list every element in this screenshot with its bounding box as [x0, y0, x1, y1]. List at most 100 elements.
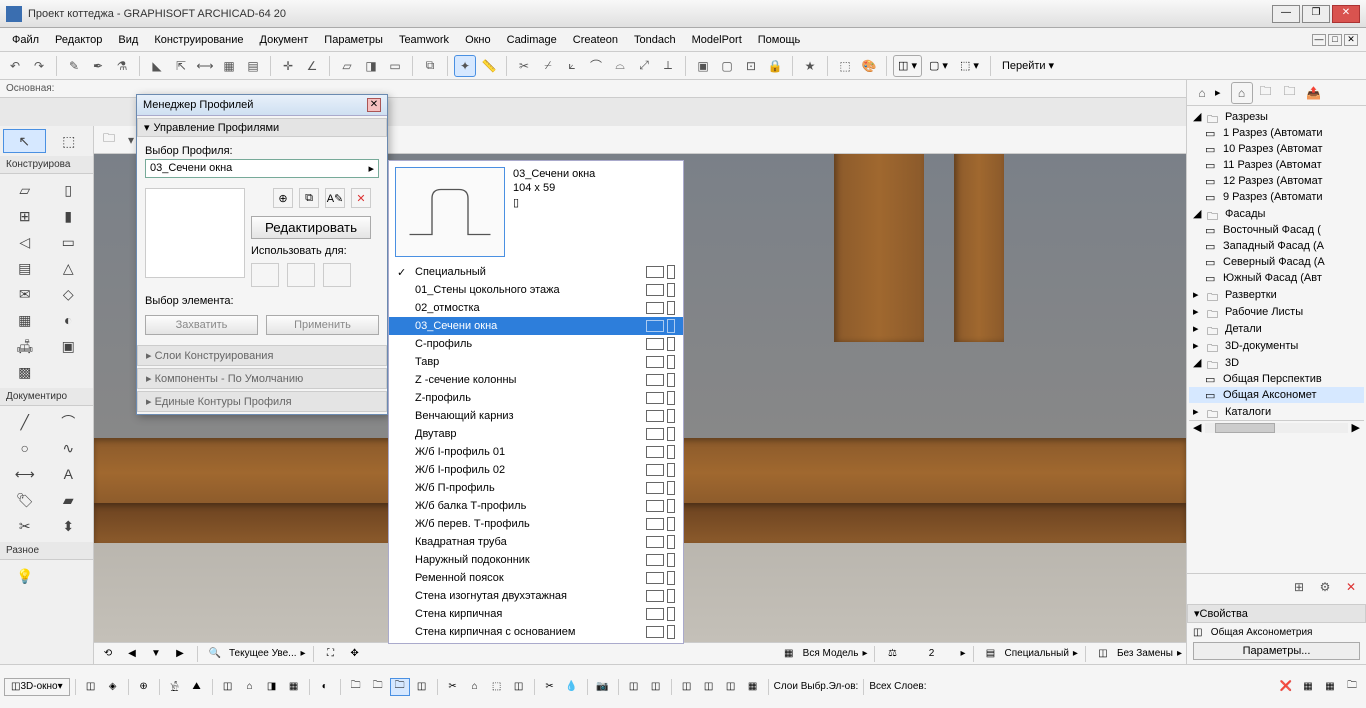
profile-list-item[interactable]: Ж/б балка Т-профиль: [389, 497, 683, 515]
stair-tool[interactable]: ▤: [4, 256, 46, 280]
profile-list-item[interactable]: Ж/б П-профиль: [389, 479, 683, 497]
nav-item[interactable]: ▭12 Разрез (Автомат: [1189, 173, 1364, 189]
navigator-tree[interactable]: ◢🗀Разрезы▭1 Разрез (Автомати▭10 Разрез (…: [1187, 106, 1366, 573]
icon-o[interactable]: ✂: [443, 678, 463, 696]
nav-item[interactable]: ▭Западный Фасад (А: [1189, 238, 1364, 254]
polyline-tool[interactable]: ∿: [48, 436, 90, 460]
skylight-tool[interactable]: ◇: [48, 282, 90, 306]
menu-modelport[interactable]: ModelPort: [684, 30, 750, 50]
zone-tool[interactable]: ▣: [48, 334, 90, 358]
minimize-button[interactable]: —: [1272, 5, 1300, 23]
tool-icon[interactable]: ✎: [63, 55, 85, 77]
nav-group[interactable]: ◢🗀Фасады: [1189, 205, 1364, 222]
nav-group[interactable]: ◢🗀Разрезы: [1189, 108, 1364, 125]
nav-item[interactable]: ▭Северный Фасад (А: [1189, 254, 1364, 270]
construct-group-header[interactable]: Конструирова: [0, 156, 93, 174]
elevation-tool[interactable]: ⬍: [48, 514, 90, 538]
grid-icon[interactable]: ▦: [218, 55, 240, 77]
orbit-icon[interactable]: ⟲: [98, 645, 118, 663]
dim-icon[interactable]: ⟷: [194, 55, 216, 77]
shell-tool[interactable]: ✉: [4, 282, 46, 306]
doc-close-button[interactable]: ✕: [1344, 34, 1358, 46]
settings-icon[interactable]: ⚙: [1314, 576, 1336, 598]
offset-icon[interactable]: ⧉: [419, 55, 441, 77]
zoom-dropdown-icon[interactable]: ▸: [301, 648, 306, 659]
section-tool[interactable]: ✂: [4, 514, 46, 538]
icon-q[interactable]: ⬚: [487, 678, 507, 696]
icon-t[interactable]: 💧: [562, 678, 582, 696]
icon-n[interactable]: ◫: [412, 678, 432, 696]
profile-list-item[interactable]: Z-профиль: [389, 389, 683, 407]
wall-tool[interactable]: ▱: [4, 178, 46, 202]
new-view-icon[interactable]: ⊞: [1288, 576, 1310, 598]
dimension-tool[interactable]: ⟷: [4, 462, 46, 486]
nav-item[interactable]: ▭Южный Фасад (Авт: [1189, 270, 1364, 286]
fit-icon[interactable]: ⛶: [321, 645, 341, 663]
penset-value[interactable]: Специальный: [1005, 648, 1069, 659]
profile-list-item[interactable]: Квадратная труба: [389, 533, 683, 551]
icon-p[interactable]: ⌂: [465, 678, 485, 696]
line-tool[interactable]: ╱: [4, 410, 46, 434]
marquee-tool[interactable]: ⬚: [48, 129, 91, 153]
apply-button[interactable]: Применить: [266, 315, 379, 335]
nav-item[interactable]: ▭1 Разрез (Автомати: [1189, 125, 1364, 141]
profile-list-item[interactable]: Ж/б I-профиль 01: [389, 443, 683, 461]
icon-l[interactable]: 🗀: [368, 678, 388, 696]
override-icon[interactable]: ◫: [1093, 645, 1113, 663]
profile-list-item[interactable]: Ж/б перев. Т-профиль: [389, 515, 683, 533]
nav-publish-icon[interactable]: 📤: [1303, 82, 1325, 104]
icon-x[interactable]: ◫: [699, 678, 719, 696]
profile-list-item[interactable]: Стена кирпичная с основанием: [389, 623, 683, 641]
profile-list-item[interactable]: С-профиль: [389, 335, 683, 353]
lock-icon[interactable]: 🔒: [764, 55, 786, 77]
text-tool[interactable]: A: [48, 462, 90, 486]
menu-document[interactable]: Документ: [252, 30, 317, 50]
menu-construct[interactable]: Конструирование: [146, 30, 251, 50]
profile-list-item[interactable]: Ременной поясок: [389, 569, 683, 587]
layout-dropdown[interactable]: ⬚ ▾: [955, 55, 984, 77]
nav-item[interactable]: ▭Общая Перспектив: [1189, 371, 1364, 387]
maximize-button[interactable]: ❐: [1302, 5, 1330, 23]
icon-a[interactable]: ◫: [81, 678, 101, 696]
level-icon[interactable]: ⇱: [170, 55, 192, 77]
offset2-icon[interactable]: ⟂: [657, 55, 679, 77]
menu-teamwork[interactable]: Teamwork: [391, 30, 457, 50]
nav-item[interactable]: ▭9 Разрез (Автомати: [1189, 189, 1364, 205]
scale-icon[interactable]: ⚖: [882, 645, 902, 663]
favorite-icon[interactable]: ★: [799, 55, 821, 77]
nav-view-icon[interactable]: 🗀: [1255, 82, 1277, 104]
properties-header[interactable]: ▾ Свойства: [1187, 604, 1366, 623]
dialog-titlebar[interactable]: Менеджер Профилей ✕: [137, 95, 387, 116]
use-wall-button[interactable]: [251, 263, 279, 287]
profile-list-item[interactable]: Стена изогнутая двухэтажная: [389, 587, 683, 605]
slab-tool[interactable]: ▭: [48, 230, 90, 254]
icon-end2[interactable]: ▦: [1298, 678, 1318, 696]
menu-window[interactable]: Окно: [457, 30, 499, 50]
menu-params[interactable]: Параметры: [316, 30, 391, 50]
profile-list-item[interactable]: 03_Сечени окна: [389, 317, 683, 335]
morph-tool[interactable]: ◐: [48, 308, 90, 332]
marquee-icon[interactable]: ⬚: [834, 55, 856, 77]
plane-icon[interactable]: ▱: [336, 55, 358, 77]
profile-select[interactable]: 03_Сечени окна ▸: [145, 159, 379, 178]
arrow-tool[interactable]: ↖: [3, 129, 46, 153]
measure-icon[interactable]: ◣: [146, 55, 168, 77]
icon-d[interactable]: 𓀀: [165, 678, 185, 696]
tab-icon[interactable]: 🗀: [98, 129, 120, 151]
suspend-icon[interactable]: ⊡: [740, 55, 762, 77]
camera-tool[interactable]: [48, 564, 90, 588]
parameters-button[interactable]: Параметры...: [1193, 642, 1360, 660]
view-type-dropdown[interactable]: ◫ ▾: [893, 55, 922, 77]
3d-icon[interactable]: ◨: [360, 55, 382, 77]
doc-maximize-button[interactable]: □: [1328, 34, 1342, 46]
nav-group[interactable]: ◢🗀3D: [1189, 354, 1364, 371]
icon-j[interactable]: ◐: [315, 678, 335, 696]
misc-group-header[interactable]: Разное: [0, 542, 93, 560]
icon-z[interactable]: ▦: [743, 678, 763, 696]
ungroup-icon[interactable]: ▢: [716, 55, 738, 77]
zoom-icon[interactable]: 🔍: [205, 645, 225, 663]
nav-group[interactable]: ▸🗀Рабочие Листы: [1189, 303, 1364, 320]
icon-i[interactable]: ▦: [284, 678, 304, 696]
profile-list-item[interactable]: 01_Стены цокольного этажа: [389, 281, 683, 299]
profile-list-item[interactable]: Стена кирпичная: [389, 605, 683, 623]
